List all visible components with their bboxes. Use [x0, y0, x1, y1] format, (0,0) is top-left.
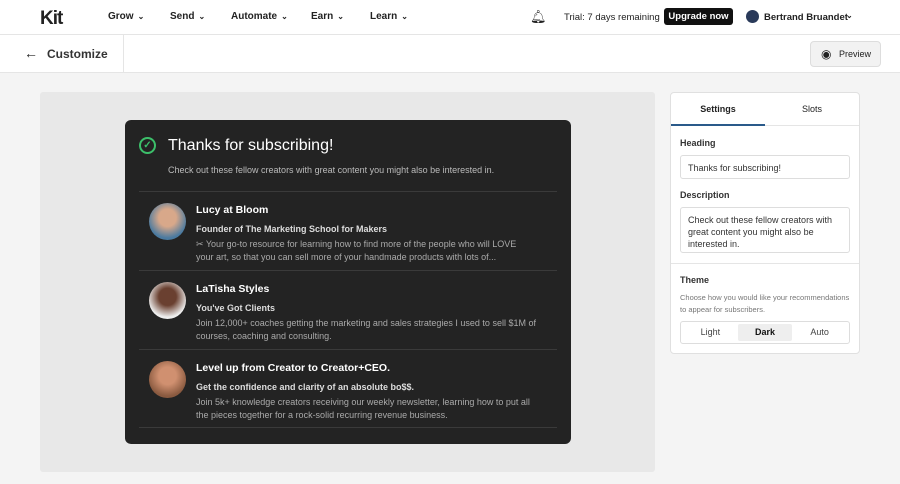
trial-text: Trial: 7 days remaining — [564, 12, 660, 23]
theme-hint: Choose how you would like your recommend… — [680, 293, 850, 314]
creator-tagline: Get the confidence and clarity of an abs… — [196, 382, 415, 392]
bell-icon[interactable]: 🔔︎ — [530, 9, 547, 25]
nav-learn[interactable]: Learn ⌄ — [370, 11, 408, 22]
chevron-down-icon: ⌄ — [401, 12, 408, 21]
nav-label: Learn — [370, 11, 398, 22]
divider — [671, 263, 859, 264]
avatar[interactable] — [746, 10, 759, 23]
theme-auto[interactable]: Auto — [792, 324, 847, 341]
nav-grow[interactable]: Grow ⌄ — [108, 11, 144, 22]
back-arrow-icon[interactable]: ← — [24, 45, 38, 61]
creator-name: Level up from Creator to Creator+CEO. — [196, 362, 390, 374]
list-item[interactable]: Level up from Creator to Creator+CEO. Ge… — [139, 349, 557, 428]
creator-name: LaTisha Styles — [196, 283, 270, 295]
check-circle-icon: ✓ — [139, 137, 156, 154]
nav-label: Grow — [108, 11, 134, 22]
avatar — [149, 282, 186, 319]
nav-earn[interactable]: Earn ⌄ — [311, 11, 344, 22]
theme-selector: Light Dark Auto — [680, 321, 850, 344]
avatar — [149, 361, 186, 398]
avatar — [149, 203, 186, 240]
tab-settings[interactable]: Settings — [671, 93, 765, 126]
kit-logo[interactable]: Kit — [40, 8, 63, 30]
heading-label: Heading — [680, 138, 716, 148]
creator-description: Join 5k+ knowledge creators receiving ou… — [196, 397, 530, 420]
settings-panel: Settings Slots Heading Thanks for subscr… — [670, 92, 860, 354]
list-item[interactable]: Lucy at Bloom Founder of The Marketing S… — [139, 191, 557, 270]
theme-dark[interactable]: Dark — [737, 324, 793, 341]
eye-icon: ◉ — [821, 47, 832, 61]
chevron-down-icon: ⌄ — [137, 12, 145, 21]
creator-name: Lucy at Bloom — [196, 204, 269, 216]
top-nav: Kit Grow ⌄ Send ⌄ Automate ⌄ Earn ⌄ Learn ⌄ 🔔… — [0, 0, 900, 34]
theme-label: Theme — [680, 275, 710, 285]
chevron-down-icon[interactable]: ⌄ — [846, 11, 853, 20]
card-description: Check out these fellow creators with gre… — [168, 165, 495, 175]
divider — [123, 35, 124, 73]
preview-label: Preview — [839, 49, 872, 59]
subheader: ← Customize ◉ Preview — [0, 34, 900, 73]
chevron-down-icon: ⌄ — [281, 12, 288, 21]
upgrade-button[interactable]: Upgrade now — [664, 8, 733, 25]
heading-input[interactable]: Thanks for subscribing! — [680, 155, 850, 179]
list-item[interactable]: LaTisha Styles You've Got Clients Join 1… — [139, 270, 557, 349]
description-label: Description — [680, 190, 730, 200]
nav-label: Automate — [231, 11, 278, 22]
creator-description: Join 12,000+ coaches getting the marketi… — [196, 318, 536, 341]
preview-button[interactable]: ◉ Preview — [810, 41, 881, 67]
recommendations-card: ✓ Thanks for subscribing! Check out thes… — [125, 120, 571, 444]
card-heading: Thanks for subscribing! — [168, 137, 334, 154]
theme-light[interactable]: Light — [683, 324, 738, 341]
description-textarea[interactable]: Check out these fellow creators with gre… — [680, 207, 850, 253]
tab-slots[interactable]: Slots — [765, 93, 859, 126]
chevron-down-icon: ⌄ — [337, 12, 344, 21]
creator-tagline: Founder of The Marketing School for Make… — [196, 224, 388, 234]
page-title: Customize — [47, 47, 108, 61]
nav-label: Send — [170, 11, 195, 22]
nav-label: Earn — [311, 11, 334, 22]
user-menu[interactable]: Bertrand Bruandet — [764, 12, 848, 23]
creator-tagline: You've Got Clients — [196, 303, 275, 313]
creator-description: ✂ Your go-to resource for learning how t… — [196, 239, 517, 262]
chevron-down-icon: ⌄ — [198, 12, 206, 21]
nav-send[interactable]: Send ⌄ — [170, 11, 205, 22]
nav-automate[interactable]: Automate ⌄ — [231, 11, 288, 22]
